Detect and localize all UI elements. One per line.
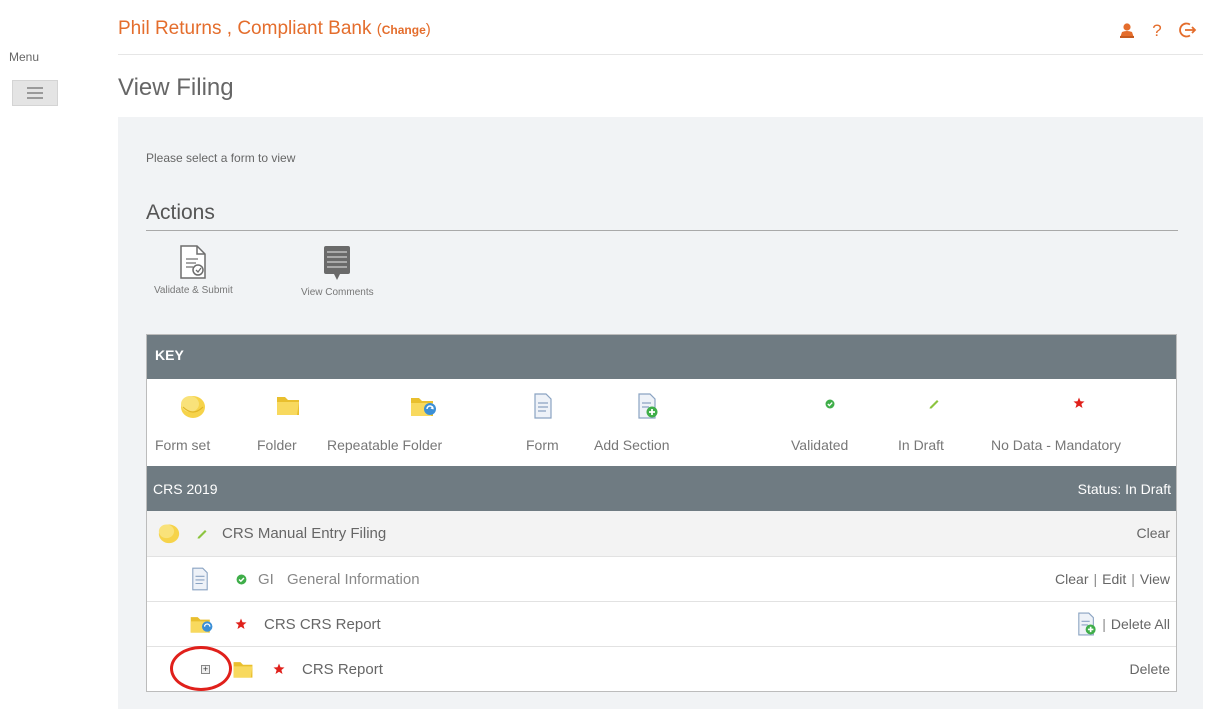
form-set-icon — [157, 511, 181, 555]
row-actions: Clear | Edit | View — [1055, 571, 1170, 587]
key-label-folder: Folder — [257, 437, 297, 453]
key-item-no-data-mandatory: No Data - Mandatory — [987, 379, 1172, 466]
repeatable-folder-icon — [189, 602, 215, 646]
header-icons: ? — [1119, 21, 1197, 39]
tree-row-label[interactable]: General Information — [287, 557, 420, 601]
tree-row-general-information[interactable]: GI General Information Clear | Edit | Vi… — [147, 556, 1176, 601]
actions-heading: Actions — [146, 201, 215, 224]
tree-row-crs-crs-report[interactable]: CRS CRS Report | Delete All — [147, 601, 1176, 646]
key-item-folder: Folder — [255, 379, 319, 466]
tree-row-label[interactable]: CRS Report — [302, 647, 383, 691]
mandatory-star-icon — [273, 647, 285, 691]
edit-link[interactable]: Edit — [1102, 571, 1126, 587]
key-label-add-section: Add Section — [594, 437, 670, 453]
validate-submit-icon — [180, 245, 207, 279]
draft-pencil-icon — [196, 511, 208, 555]
draft-pencil-icon — [929, 400, 939, 409]
key-label-no-data-mandatory: No Data - Mandatory — [991, 437, 1121, 453]
filing-panel: Please select a form to view Actions Val… — [118, 117, 1203, 709]
user-icon[interactable] — [1119, 22, 1135, 38]
key-legend: Form set Folder Repeatable Folder Form A… — [147, 379, 1176, 466]
svg-text:?: ? — [1152, 21, 1161, 39]
add-section-icon[interactable] — [1077, 612, 1097, 636]
hamburger-icon — [27, 87, 43, 89]
key-item-repeatable-folder: Repeatable Folder — [325, 379, 485, 466]
menu-hamburger-button[interactable] — [12, 80, 58, 106]
key-label-validated: Validated — [791, 437, 849, 453]
instructions-text: Please select a form to view — [146, 151, 296, 165]
view-link[interactable]: View — [1140, 571, 1170, 587]
top-header: Phil Returns , Compliant Bank (Change) ? — [118, 12, 1203, 55]
comments-icon — [324, 246, 351, 280]
form-code: GI — [258, 570, 274, 588]
tree-row-manual-entry-filing[interactable]: CRS Manual Entry Filing Clear — [147, 511, 1176, 556]
tree-row-label[interactable]: CRS Manual Entry Filing — [222, 511, 386, 555]
tree-row-label[interactable]: CRS CRS Report — [264, 602, 381, 646]
mandatory-star-icon — [235, 602, 247, 646]
form-icon — [191, 557, 209, 601]
repeatable-folder-icon — [411, 398, 436, 416]
clear-link[interactable]: Clear — [1055, 571, 1088, 587]
actions-divider — [146, 230, 1178, 231]
key-label-form: Form — [526, 437, 559, 453]
validate-submit-label: Validate & Submit — [154, 285, 233, 296]
key-item-validated: Validated — [777, 379, 877, 466]
folder-icon — [231, 647, 255, 691]
key-item-add-section: Add Section — [587, 379, 697, 466]
row-actions: Delete — [1130, 647, 1170, 691]
filing-status: Status: In Draft — [1077, 480, 1171, 497]
filing-name: CRS 2019 — [153, 480, 218, 497]
header-title: Phil Returns , Compliant Bank (Change) — [118, 18, 431, 39]
key-label-in-draft: In Draft — [898, 437, 944, 453]
key-item-form-set: Form set — [147, 379, 247, 466]
filing-header-bar: CRS 2019 Status: In Draft — [147, 466, 1176, 511]
expand-toggle-icon[interactable]: + — [201, 664, 210, 674]
key-header: KEY — [147, 335, 1176, 379]
logout-icon[interactable] — [1179, 21, 1197, 39]
row-actions: Clear — [1137, 511, 1170, 555]
page-title: View Filing — [118, 74, 234, 101]
delete-link[interactable]: Delete — [1130, 661, 1170, 677]
view-comments-label: View Comments — [301, 287, 374, 298]
key-label-repeatable-folder: Repeatable Folder — [327, 437, 443, 453]
add-section-icon — [638, 393, 658, 419]
validate-submit-button[interactable]: Validate & Submit — [154, 245, 233, 296]
menu-label: Menu — [9, 50, 40, 64]
key-label-form-set: Form set — [155, 437, 211, 453]
validated-icon — [825, 399, 835, 409]
form-icon — [534, 393, 552, 419]
delete-all-link[interactable]: Delete All — [1111, 616, 1170, 632]
validated-icon — [236, 557, 247, 601]
view-comments-button[interactable]: View Comments — [301, 245, 374, 298]
row-actions: | Delete All — [1077, 602, 1170, 646]
entity-name: Phil Returns , Compliant Bank — [118, 18, 372, 39]
tree-row-crs-report[interactable]: + CRS Report Delete — [147, 646, 1176, 691]
help-icon[interactable]: ? — [1151, 21, 1163, 39]
clear-link[interactable]: Clear — [1137, 525, 1170, 541]
key-item-in-draft: In Draft — [892, 379, 972, 466]
key-item-form: Form — [517, 379, 567, 466]
folder-icon — [277, 397, 299, 415]
mandatory-star-icon — [1073, 397, 1085, 408]
filing-tree-table: KEY Form set Folder Repeatable Folder Fo… — [146, 334, 1177, 692]
form-set-icon — [181, 396, 205, 418]
change-link[interactable]: Change — [382, 23, 426, 37]
